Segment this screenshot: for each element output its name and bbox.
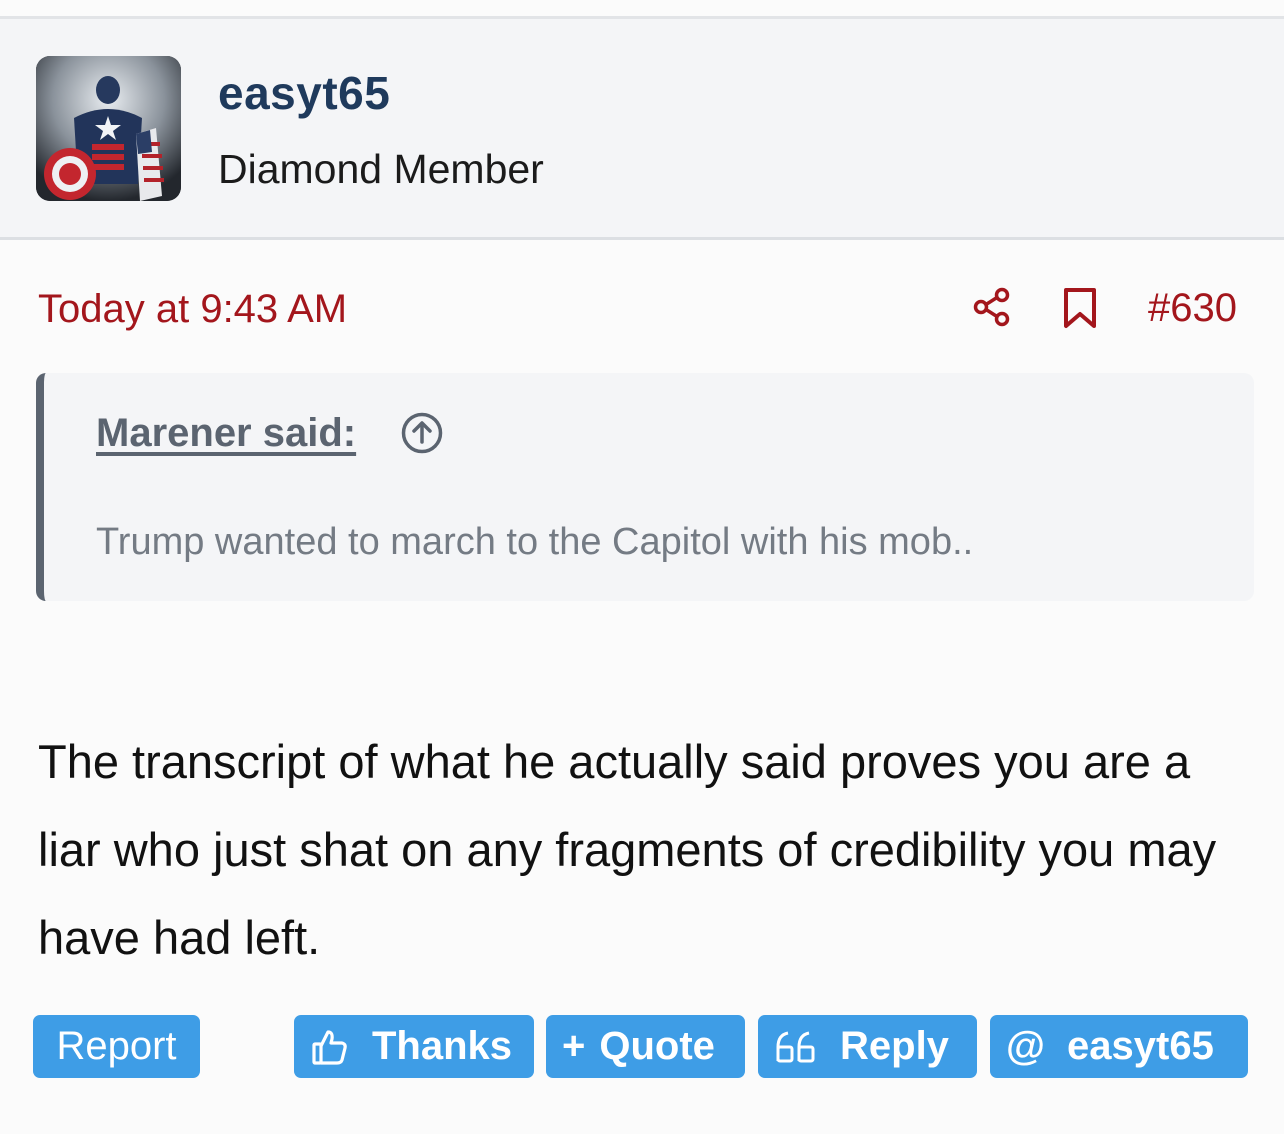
quote-author-link[interactable]: Marener said: <box>96 411 356 456</box>
quote-button[interactable]: + Quote <box>546 1015 745 1078</box>
quote-block: Marener said: Trump wanted to march to t… <box>36 373 1254 601</box>
mention-button[interactable]: @ easyt65 <box>990 1015 1248 1078</box>
avatar[interactable] <box>36 56 181 201</box>
at-sign-icon: @ <box>1006 1024 1046 1068</box>
quote-marks-icon <box>774 1029 818 1065</box>
arrow-up-circle-icon[interactable] <box>400 411 444 455</box>
quote-label: Quote <box>599 1024 715 1068</box>
report-label: Report <box>56 1024 177 1068</box>
post-date[interactable]: Today at 9:43 AM <box>38 287 347 332</box>
username-link[interactable]: easyt65 <box>218 66 390 120</box>
thanks-label: Thanks <box>372 1024 513 1068</box>
reply-label: Reply <box>840 1024 949 1068</box>
reply-button[interactable]: Reply <box>758 1015 977 1078</box>
bookmark-icon[interactable] <box>1061 287 1099 329</box>
user-title: Diamond Member <box>218 146 544 192</box>
plus-icon: + <box>562 1024 586 1068</box>
report-button[interactable]: Report <box>33 1015 200 1078</box>
mention-label: easyt65 <box>1067 1024 1214 1068</box>
post-body-text: The transcript of what he actually said … <box>38 735 1217 964</box>
post-author-header: easyt65 Diamond Member <box>0 19 1284 240</box>
share-icon[interactable] <box>972 287 1012 327</box>
thanks-button[interactable]: Thanks <box>294 1015 534 1078</box>
quote-text: Trump wanted to march to the Capitol wit… <box>96 521 974 563</box>
thumbs-up-icon <box>310 1027 350 1067</box>
post-number-link[interactable]: #630 <box>1148 286 1237 331</box>
